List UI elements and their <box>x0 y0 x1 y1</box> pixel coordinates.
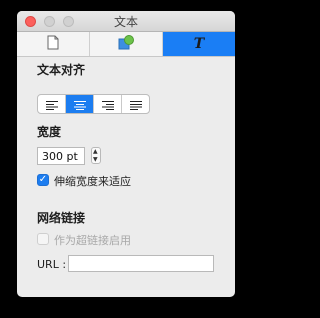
hyperlink-heading: 网络链接 <box>37 211 86 225</box>
enable-hyperlink-label: 作为超链接启用 <box>54 234 131 247</box>
shrink-to-fit-checkbox[interactable]: ✓ <box>37 174 49 186</box>
url-input[interactable] <box>68 255 214 272</box>
justify-icon <box>129 95 142 113</box>
width-input[interactable]: 300 pt <box>37 147 85 165</box>
tab-document[interactable] <box>17 32 90 56</box>
tab-style[interactable] <box>90 32 163 56</box>
url-label: URL : <box>37 258 67 271</box>
align-center-button[interactable] <box>66 95 94 113</box>
window-title: 文本 <box>113 15 138 29</box>
align-right-button[interactable] <box>94 95 122 113</box>
justify-button[interactable] <box>122 95 149 113</box>
shape-style-icon <box>118 34 134 54</box>
align-center-icon <box>73 95 86 113</box>
text-icon: T <box>193 36 205 52</box>
align-left-icon <box>45 95 58 113</box>
align-left-button[interactable] <box>38 95 66 113</box>
stepper-down-icon: ▼ <box>93 156 98 163</box>
alignment-segmented-control <box>37 94 150 114</box>
title-bar: 文本 <box>17 11 235 32</box>
width-heading: 宽度 <box>37 125 62 139</box>
stepper-up-icon: ▲ <box>93 148 98 155</box>
width-stepper[interactable]: ▲ ▼ <box>91 147 101 164</box>
document-icon <box>47 35 59 54</box>
inspector-tabs: T <box>17 32 235 57</box>
enable-hyperlink-checkbox[interactable] <box>37 233 49 245</box>
shrink-to-fit-label: 伸缩宽度来适应 <box>54 175 131 188</box>
inspector-window: 文本 T 文本对齐 宽度 300 pt ▲ ▼ ✓ 伸缩宽度来适应 网络链接 作… <box>17 11 235 297</box>
alignment-heading: 文本对齐 <box>37 63 86 77</box>
align-right-icon <box>101 95 114 113</box>
checkmark-icon: ✓ <box>38 174 48 185</box>
tab-text[interactable]: T <box>163 32 235 56</box>
